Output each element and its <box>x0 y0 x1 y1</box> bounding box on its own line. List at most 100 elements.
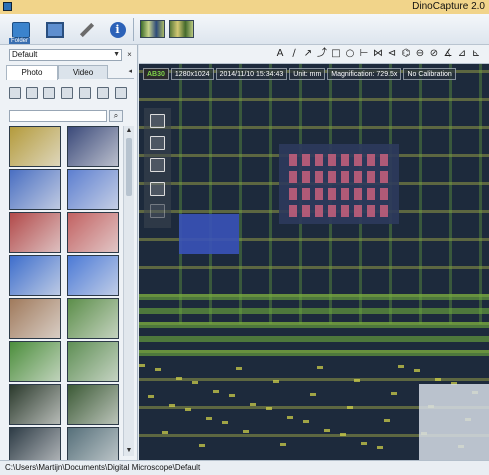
circuit-feature <box>179 64 182 324</box>
timer-icon[interactable] <box>150 158 165 172</box>
draw-tool-button[interactable]: ∡ <box>441 47 455 61</box>
gallery-tabs: Photo Video ◂ <box>6 65 134 80</box>
capture-info-bar: AB30 1280x1024 2014/11/10 15:34:43 Unit:… <box>143 68 456 80</box>
circuit-feature <box>435 378 441 381</box>
circuit-feature <box>302 205 310 217</box>
tools-button[interactable] <box>74 17 99 42</box>
unit-readout[interactable]: Unit: mm <box>289 68 326 80</box>
calibration-readout[interactable]: No Calibration <box>403 68 456 80</box>
profile-select[interactable]: Default ▼ <box>9 49 122 61</box>
circuit-feature <box>354 171 362 183</box>
gallery-thumbnail[interactable] <box>67 341 119 382</box>
recent-capture-thumbnail[interactable] <box>140 20 165 38</box>
draw-tool-button[interactable]: ⋈ <box>371 47 385 61</box>
chevron-down-icon: ▼ <box>113 51 120 58</box>
circuit-feature <box>176 377 182 380</box>
tab-video[interactable]: Video <box>58 65 108 79</box>
draw-tool-button[interactable]: □ <box>329 47 343 61</box>
info-button[interactable]: i <box>105 17 130 42</box>
gallery-thumbnail[interactable] <box>67 427 119 460</box>
fullscreen-icon[interactable] <box>150 182 165 196</box>
scroll-down-icon[interactable]: ▼ <box>124 446 134 456</box>
draw-tool-button[interactable]: ⊿ <box>455 47 469 61</box>
save-icon[interactable] <box>43 87 55 99</box>
draw-tool-button[interactable]: ⊲ <box>385 47 399 61</box>
circuit-feature <box>341 154 349 166</box>
gallery-thumbnail[interactable] <box>67 212 119 253</box>
circuit-feature <box>341 171 349 183</box>
circuit-feature <box>289 205 297 217</box>
gallery-thumbnail[interactable] <box>9 212 61 253</box>
circuit-feature <box>315 154 323 166</box>
gallery-thumbnail[interactable] <box>67 126 119 167</box>
circuit-feature <box>310 393 316 396</box>
gallery-scrollbar[interactable]: ▲ ▼ <box>123 126 134 456</box>
circuit-feature <box>380 205 388 217</box>
circuit-feature <box>361 442 367 445</box>
settings-icon[interactable] <box>150 204 165 218</box>
circuit-feature <box>391 392 397 395</box>
draw-tool-button[interactable]: ⤴ <box>315 47 329 61</box>
draw-tool-button[interactable]: ∕ <box>287 47 301 61</box>
gallery-thumbnail[interactable] <box>9 298 61 339</box>
capture-side-toolbar <box>144 108 171 228</box>
draw-tool-button[interactable]: ⊘ <box>427 47 441 61</box>
draw-tool-button[interactable]: ⊾ <box>469 47 483 61</box>
draw-tool-button[interactable]: ⊖ <box>413 47 427 61</box>
gallery-thumbnail[interactable] <box>67 169 119 210</box>
camera-icon[interactable] <box>150 114 165 128</box>
tab-close-icon[interactable]: ◂ <box>128 67 132 75</box>
search-button[interactable]: ⌕ <box>109 110 123 122</box>
gallery-thumbnail[interactable] <box>9 384 61 425</box>
circuit-feature <box>367 171 375 183</box>
circuit-feature <box>377 446 383 449</box>
draw-tool-button[interactable]: ↗ <box>301 47 315 61</box>
record-icon[interactable] <box>150 136 165 150</box>
resolution-readout: 1280x1024 <box>170 68 214 80</box>
circuit-feature <box>199 444 205 447</box>
print-icon[interactable] <box>79 87 91 99</box>
screen-button[interactable] <box>42 17 67 42</box>
gallery-thumbnail[interactable] <box>9 341 61 382</box>
circuit-feature <box>269 64 272 324</box>
gallery-thumbnail[interactable] <box>9 427 61 460</box>
microscope-image <box>139 64 489 460</box>
gallery-thumbnail[interactable] <box>9 126 61 167</box>
window-title: DinoCapture 2.0 <box>412 1 485 12</box>
info-icon: i <box>109 21 126 38</box>
draw-tool-button[interactable]: A <box>273 47 287 61</box>
draw-tool-button[interactable]: ⌬ <box>399 47 413 61</box>
title-bar: DinoCapture 2.0 <box>0 0 489 14</box>
magnification-readout[interactable]: Magnification: 729.5x <box>327 68 402 80</box>
circuit-feature <box>139 126 489 129</box>
gallery-thumbnail[interactable] <box>67 384 119 425</box>
recent-capture-thumbnail[interactable] <box>169 20 194 38</box>
circuit-feature <box>206 417 212 420</box>
gallery-thumbnail[interactable] <box>9 169 61 210</box>
delete-icon[interactable] <box>115 87 127 99</box>
circuit-feature <box>139 294 489 300</box>
circuit-feature <box>354 188 362 200</box>
circuit-feature <box>354 205 362 217</box>
draw-tool-button[interactable]: ⊢ <box>357 47 371 61</box>
circuit-feature <box>169 404 175 407</box>
open-icon[interactable] <box>9 87 21 99</box>
circuit-feature <box>317 366 323 369</box>
gallery-thumbnail[interactable] <box>67 255 119 296</box>
search-input[interactable] <box>9 110 107 122</box>
circuit-feature <box>192 381 198 384</box>
gallery-thumbnail[interactable] <box>9 255 61 296</box>
draw-tool-button[interactable]: ○ <box>343 47 357 61</box>
scroll-thumb[interactable] <box>126 138 132 196</box>
email-icon[interactable] <box>61 87 73 99</box>
tab-photo[interactable]: Photo <box>6 65 58 80</box>
export-icon[interactable] <box>97 87 109 99</box>
copy-icon[interactable] <box>26 87 38 99</box>
panel-close-icon[interactable]: × <box>125 50 134 60</box>
circuit-feature <box>367 188 375 200</box>
gallery-thumbnail[interactable] <box>67 298 119 339</box>
circuit-feature <box>302 171 310 183</box>
folder-icon <box>11 21 30 38</box>
scroll-up-icon[interactable]: ▲ <box>124 126 134 136</box>
microscope-live-view[interactable]: AB30 1280x1024 2014/11/10 15:34:43 Unit:… <box>139 64 489 460</box>
